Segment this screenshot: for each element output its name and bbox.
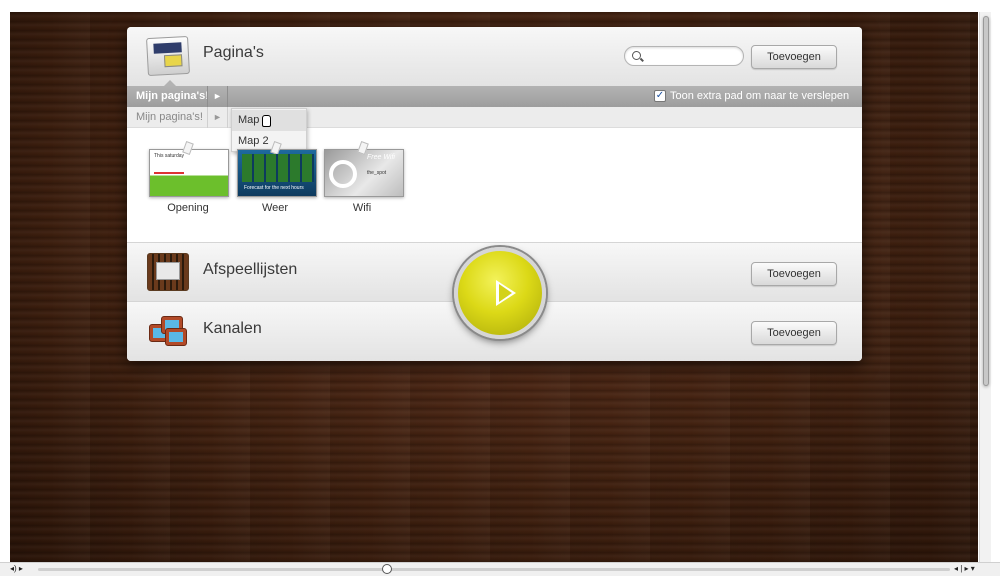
play-button[interactable] (454, 247, 546, 339)
pages-section-header: Pagina's Toevoegen (127, 27, 862, 86)
tv-icon (147, 312, 189, 350)
extra-path-label[interactable]: Toon extra pad om naar te verslepen (670, 90, 849, 102)
pages-title: Pagina's (203, 44, 264, 61)
channels-title: Kanalen (203, 320, 262, 337)
page-label-weer: Weer (261, 202, 289, 214)
breadcrumb-notch (164, 80, 176, 86)
breadcrumb: Mijn pagina's! ► ✓ Toon extra pad om naa… (127, 80, 862, 107)
breadcrumb-drag-arrow-icon[interactable]: ► (207, 107, 228, 128)
breadcrumb-arrow-icon[interactable]: ► (207, 86, 228, 107)
page-label-wifi: Wifi (352, 202, 372, 214)
newspaper-icon (146, 35, 190, 77)
page-thumbnail-weer[interactable]: Forecast for the next hours (237, 140, 317, 197)
thumbnail-text: Free Wifi (367, 154, 395, 161)
add-page-button[interactable]: Toevoegen (751, 45, 837, 69)
search-field[interactable] (624, 46, 744, 66)
thumbnail-text: This saturday (154, 153, 185, 159)
play-icon (496, 280, 516, 306)
paperclip-icon (357, 140, 369, 156)
weather-columns (242, 154, 314, 182)
volume-play-controls[interactable]: ◂) ▸ (10, 564, 23, 573)
thumbnail-accent (154, 172, 184, 174)
breadcrumb-current[interactable]: Mijn pagina's! (136, 90, 209, 102)
breadcrumb-drag-item[interactable]: Mijn pagina's! (136, 111, 203, 123)
at-sign-icon (329, 160, 357, 188)
page-thumbnail-wifi[interactable]: Free Wifi the_spot (324, 140, 404, 197)
scrollbar-thumb[interactable] (983, 16, 989, 386)
folder-dropdown: Map 1 Map 2 (231, 108, 307, 152)
thumbnail-subtext: the_spot (367, 170, 387, 176)
search-input[interactable] (647, 49, 737, 63)
checkbox-icon[interactable]: ✓ (654, 90, 666, 102)
seek-handle[interactable] (382, 564, 392, 574)
add-channel-button[interactable]: Toevoegen (751, 321, 837, 345)
player-control-bar: ◂) ▸ ◂ | ▸ ▾ (0, 562, 1000, 576)
seek-track[interactable] (38, 568, 950, 571)
step-controls[interactable]: ◂ | ▸ ▾ (954, 564, 975, 573)
search-icon (632, 51, 641, 60)
hand-cursor-icon (262, 115, 271, 127)
playlists-title: Afspeellijsten (203, 261, 298, 278)
page-label-opening: Opening (167, 202, 209, 214)
film-strip-icon (147, 253, 189, 291)
vertical-scrollbar[interactable] (979, 12, 991, 562)
page-thumbnail-opening[interactable]: This saturday (149, 140, 229, 197)
add-playlist-button[interactable]: Toevoegen (751, 262, 837, 286)
thumbnail-text: Forecast for the next hours (244, 185, 304, 191)
